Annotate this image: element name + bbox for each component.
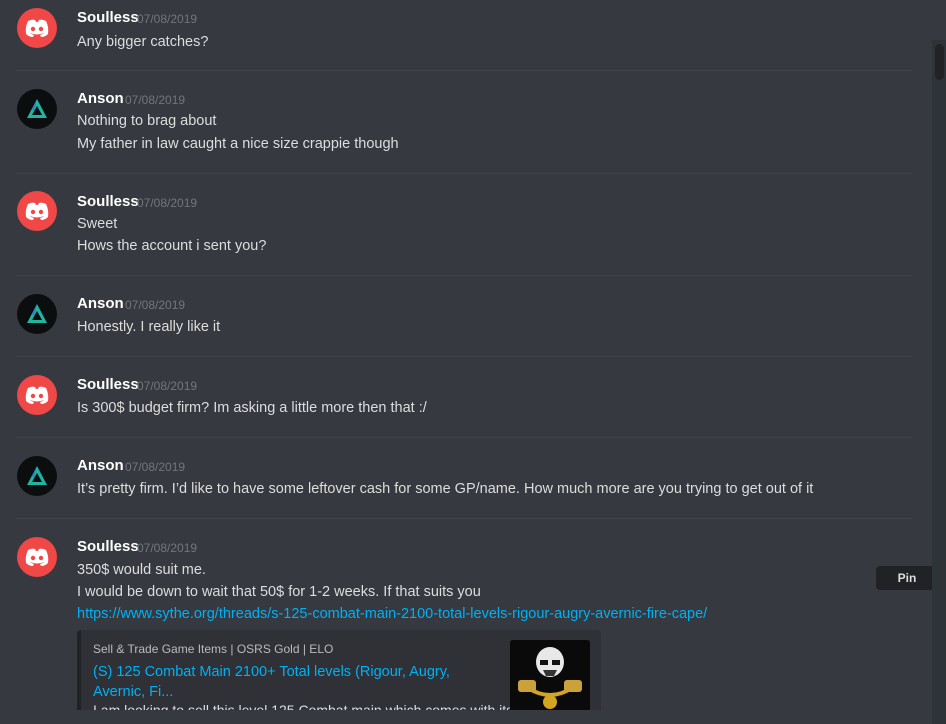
message-author[interactable]: Anson	[77, 295, 124, 313]
message-text: I would be down to wait that 50$ for 1-2…	[77, 584, 481, 600]
discord-logo-icon	[25, 548, 49, 566]
message-text: Any bigger catches?	[77, 34, 209, 50]
message-timestamp: 07/08/2019	[137, 541, 198, 555]
message-text: Nothing to brag about	[77, 113, 217, 129]
message-divider	[16, 437, 912, 438]
message-divider	[16, 518, 912, 519]
avatar[interactable]	[17, 294, 57, 334]
message-author[interactable]: Anson	[77, 90, 124, 108]
embed-thumbnail[interactable]	[510, 640, 590, 720]
discord-logo-icon	[25, 386, 49, 404]
pin-button[interactable]: Pin	[876, 566, 938, 590]
message-text: It’s pretty firm. I’d like to have some …	[77, 481, 814, 497]
message-text: Honestly. I really like it	[77, 319, 221, 335]
avatar[interactable]	[17, 375, 57, 415]
avatar[interactable]	[17, 89, 57, 129]
message-author[interactable]: Soulless	[77, 538, 139, 556]
message-timestamp: 07/08/2019	[137, 196, 198, 210]
message-text: 350$ would suit me.	[77, 562, 206, 578]
discord-logo-icon	[25, 202, 49, 220]
anson-logo-icon	[27, 466, 47, 485]
scrollbar-track[interactable]	[932, 40, 946, 724]
message-divider	[16, 275, 912, 276]
message-link[interactable]: https://www.sythe.org/threads/s-125-comb…	[77, 603, 707, 625]
message-text: My father in law caught a nice size crap…	[77, 136, 399, 152]
avatar[interactable]	[17, 191, 57, 231]
avatar[interactable]	[17, 8, 57, 48]
avatar[interactable]	[17, 456, 57, 496]
embed-provider[interactable]: Sell & Trade Game Items | OSRS Gold | EL…	[93, 642, 333, 656]
message-divider	[16, 356, 912, 357]
message-text: Hows the account i sent you?	[77, 238, 267, 254]
scrollbar-thumb[interactable]	[935, 44, 944, 80]
message-author[interactable]: Soulless	[77, 193, 139, 211]
anson-logo-icon	[27, 99, 47, 118]
message-divider	[16, 173, 912, 174]
message-author[interactable]: Soulless	[77, 9, 139, 27]
message-timestamp: 07/08/2019	[137, 12, 198, 26]
message-timestamp: 07/08/2019	[125, 298, 186, 312]
embed-title[interactable]: (S) 125 Combat Main 2100+ Total levels (…	[93, 662, 478, 702]
discord-logo-icon	[25, 19, 49, 37]
message-timestamp: 07/08/2019	[125, 460, 186, 474]
chat-messages: Soulless 07/08/2019 Any bigger catches? …	[0, 0, 946, 724]
avatar[interactable]	[17, 537, 57, 577]
message-divider	[16, 70, 912, 71]
message-timestamp: 07/08/2019	[137, 379, 198, 393]
message-text: Is 300$ budget firm? Im asking a little …	[77, 400, 427, 416]
message-author[interactable]: Soulless	[77, 376, 139, 394]
anson-logo-icon	[27, 304, 47, 323]
message-timestamp: 07/08/2019	[125, 93, 186, 107]
thumbnail-image	[510, 640, 590, 720]
message-text: Sweet	[77, 216, 118, 232]
viewport-bottom	[0, 710, 946, 724]
message-author[interactable]: Anson	[77, 457, 124, 475]
